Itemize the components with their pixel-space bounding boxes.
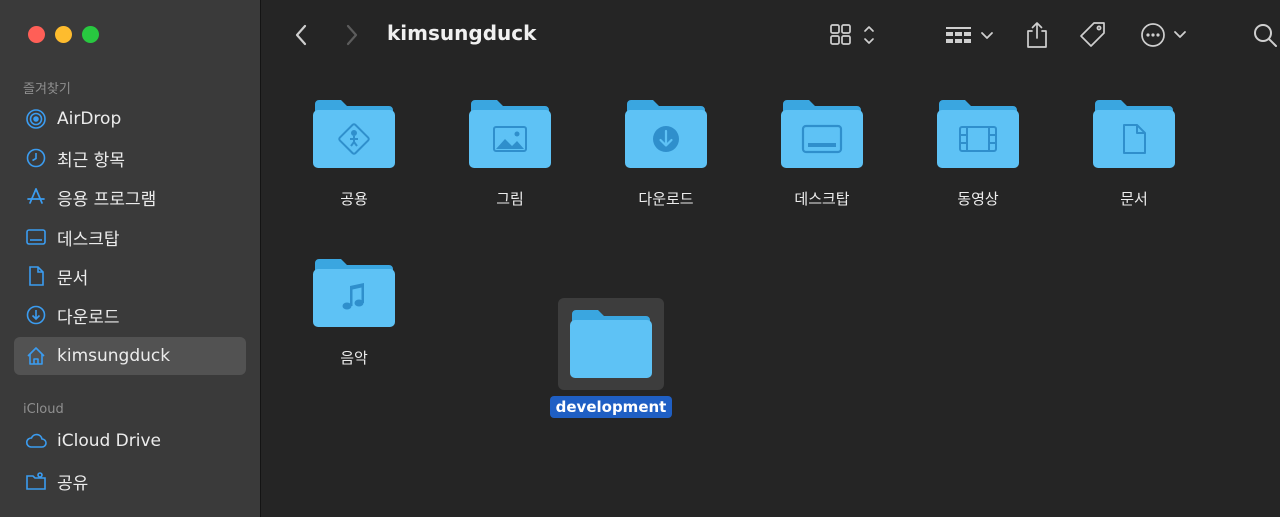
folder-item[interactable]: 문서 — [1059, 94, 1209, 209]
music-folder-icon — [309, 253, 399, 333]
share-button[interactable] — [1024, 18, 1050, 52]
minimize-button[interactable] — [55, 26, 72, 43]
sidebar: 즐겨찾기 AirDrop 최근 항목 응용 프로그램 데스크탑 문서 다운로드 … — [0, 0, 261, 517]
sidebar-item-label: 응용 프로그램 — [57, 189, 157, 210]
group-button[interactable] — [944, 18, 996, 52]
sidebar-item-label: 다운로드 — [57, 307, 120, 328]
cloud-icon — [25, 430, 47, 452]
sidebar-item-home[interactable]: kimsungduck — [14, 337, 246, 375]
sidebar-item-icloud-drive[interactable]: iCloud Drive — [14, 422, 246, 460]
tag-button[interactable] — [1078, 18, 1108, 52]
tag-icon — [1080, 22, 1105, 47]
clock-icon — [25, 147, 47, 169]
more-actions-button[interactable] — [1139, 18, 1191, 52]
chevron-right-icon — [346, 24, 358, 46]
sidebar-item-label: AirDrop — [57, 109, 122, 129]
folder-item[interactable]: 그림 — [435, 94, 585, 209]
file-name: 음악 — [340, 349, 368, 367]
file-name: 다운로드 — [638, 190, 694, 208]
search-icon — [1254, 24, 1277, 47]
file-name: 문서 — [1120, 190, 1148, 208]
shared-folder-icon — [25, 470, 47, 492]
sidebar-item-label: 공유 — [57, 473, 89, 494]
folder-item[interactable]: 공용 — [279, 94, 429, 209]
sidebar-item-shared[interactable]: 공유 — [14, 462, 246, 500]
sidebar-item-label: 문서 — [57, 268, 89, 289]
group-grid-icon — [946, 27, 993, 43]
airdrop-icon — [25, 108, 47, 130]
sidebar-item-recents[interactable]: 최근 항목 — [14, 139, 246, 177]
sidebar-item-applications[interactable]: 응용 프로그램 — [14, 178, 246, 216]
folder-item[interactable]: 동영상 — [903, 94, 1053, 209]
folder-item[interactable]: 다운로드 — [591, 94, 741, 209]
sidebar-item-label: kimsungduck — [57, 346, 171, 366]
file-name: 동영상 — [957, 190, 999, 208]
share-icon — [1027, 22, 1047, 48]
file-name: development — [549, 396, 673, 418]
forward-button[interactable] — [339, 20, 365, 50]
sidebar-item-label: 데스크탑 — [57, 229, 120, 250]
folder-icon — [566, 304, 656, 384]
zoom-button[interactable] — [82, 26, 99, 43]
document-icon — [25, 265, 47, 287]
download-icon — [25, 304, 47, 326]
sidebar-item-downloads[interactable]: 다운로드 — [14, 296, 246, 334]
back-button[interactable] — [288, 20, 314, 50]
documents-folder-icon — [1089, 94, 1179, 174]
sidebar-item-airdrop[interactable]: AirDrop — [14, 100, 246, 138]
selection-highlight — [558, 298, 664, 390]
icloud-section-label: iCloud — [23, 402, 64, 417]
chevron-left-icon — [295, 24, 307, 46]
view-icons-button[interactable] — [829, 18, 877, 52]
icon-grid-icon — [830, 24, 874, 45]
file-name: 공용 — [340, 190, 368, 208]
folder-item-selected[interactable]: development — [536, 298, 686, 418]
ellipsis-circle-icon — [1141, 23, 1186, 47]
desktop-folder-icon — [777, 94, 867, 174]
sidebar-item-label: 최근 항목 — [57, 150, 125, 171]
favorites-section-label: 즐겨찾기 — [23, 82, 71, 97]
applications-icon — [25, 186, 47, 208]
file-browser: 공용 그림 다운로드 데스크탑 동영상 문서 음악 development — [262, 70, 1280, 517]
pictures-folder-icon — [465, 94, 555, 174]
file-name: 데스크탑 — [794, 190, 850, 208]
movies-folder-icon — [933, 94, 1023, 174]
folder-item[interactable]: 음악 — [279, 253, 429, 368]
window-title: kimsungduck — [387, 21, 537, 45]
sidebar-item-desktop[interactable]: 데스크탑 — [14, 218, 246, 256]
folder-item[interactable]: 데스크탑 — [747, 94, 897, 209]
desktop-icon — [25, 226, 47, 248]
file-name: 그림 — [496, 190, 524, 208]
close-button[interactable] — [28, 26, 45, 43]
sidebar-item-label: iCloud Drive — [57, 431, 162, 451]
sidebar-item-documents[interactable]: 문서 — [14, 257, 246, 295]
home-icon — [25, 345, 47, 367]
downloads-folder-icon — [621, 94, 711, 174]
window-controls — [28, 26, 99, 43]
search-button[interactable] — [1252, 18, 1280, 52]
public-folder-icon — [309, 94, 399, 174]
